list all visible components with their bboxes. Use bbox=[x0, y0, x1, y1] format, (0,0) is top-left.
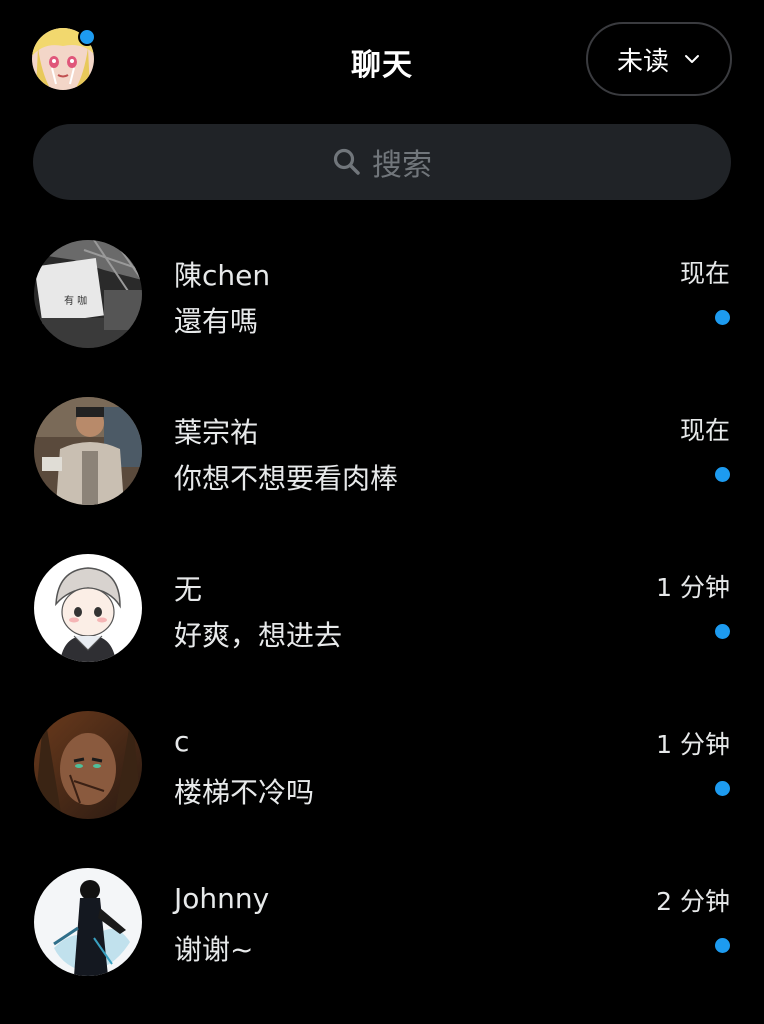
svg-text:有 咖: 有 咖 bbox=[64, 294, 87, 307]
search-icon bbox=[333, 148, 360, 175]
conversation-row[interactable]: Johnny 谢谢~ 2 分钟 bbox=[0, 864, 764, 1021]
unread-dot bbox=[715, 938, 730, 953]
message-time: 1 分钟 bbox=[656, 573, 730, 602]
unread-dot bbox=[715, 624, 730, 639]
conversation-row[interactable]: 葉宗祐 你想不想要看肉棒 现在 bbox=[0, 393, 764, 550]
last-message: 你想不想要看肉棒 bbox=[174, 462, 399, 495]
contact-avatar: 有 咖 bbox=[34, 240, 142, 348]
header: 聊天 未读 bbox=[0, 0, 764, 120]
unread-filter-dropdown[interactable]: 未读 bbox=[586, 22, 732, 96]
conversation-list: 有 咖 陳chen 還有嗎 现在 葉宗祐 你想不想要看肉棒 现在 无 好爽，想进… bbox=[0, 236, 764, 1021]
message-time: 2 分钟 bbox=[656, 887, 730, 916]
dark-anime-avatar-icon bbox=[34, 711, 142, 819]
contact-name: c bbox=[174, 725, 190, 758]
contact-name: 无 bbox=[174, 573, 203, 606]
search-placeholder: 搜索 bbox=[372, 148, 432, 183]
message-time: 现在 bbox=[679, 259, 730, 288]
last-message: 楼梯不冷吗 bbox=[174, 776, 315, 809]
person-photo-avatar-icon bbox=[34, 397, 142, 505]
last-message: 谢谢~ bbox=[174, 933, 254, 966]
contact-name: 陳chen bbox=[174, 259, 271, 292]
conversation-row[interactable]: c 楼梯不冷吗 1 分钟 bbox=[0, 707, 764, 864]
message-time: 1 分钟 bbox=[656, 730, 730, 759]
silhouette-art-avatar-icon bbox=[34, 868, 142, 976]
unread-dot bbox=[715, 467, 730, 482]
chevron-down-icon bbox=[685, 55, 699, 63]
storefront-photo-avatar-icon: 有 咖 bbox=[34, 240, 142, 348]
anime-boy-avatar-icon bbox=[34, 554, 142, 662]
conversation-row[interactable]: 有 咖 陳chen 還有嗎 现在 bbox=[0, 236, 764, 393]
contact-avatar bbox=[34, 397, 142, 505]
contact-avatar bbox=[34, 554, 142, 662]
last-message: 好爽，想进去 bbox=[174, 619, 343, 652]
last-message: 還有嗎 bbox=[174, 305, 259, 338]
contact-avatar bbox=[34, 711, 142, 819]
conversation-row[interactable]: 无 好爽，想进去 1 分钟 bbox=[0, 550, 764, 707]
message-time: 现在 bbox=[679, 416, 730, 445]
search-input[interactable]: 搜索 bbox=[33, 124, 731, 200]
unread-dot bbox=[715, 781, 730, 796]
contact-avatar bbox=[34, 868, 142, 976]
unread-dot bbox=[715, 310, 730, 325]
filter-label: 未读 bbox=[616, 46, 669, 77]
chat-screen: 聊天 未读 搜索 有 咖 陳chen 還有嗎 现在 葉宗祐 你想不想要看肉棒 现… bbox=[0, 0, 764, 1024]
contact-name: Johnny bbox=[174, 882, 270, 915]
contact-name: 葉宗祐 bbox=[174, 416, 259, 449]
